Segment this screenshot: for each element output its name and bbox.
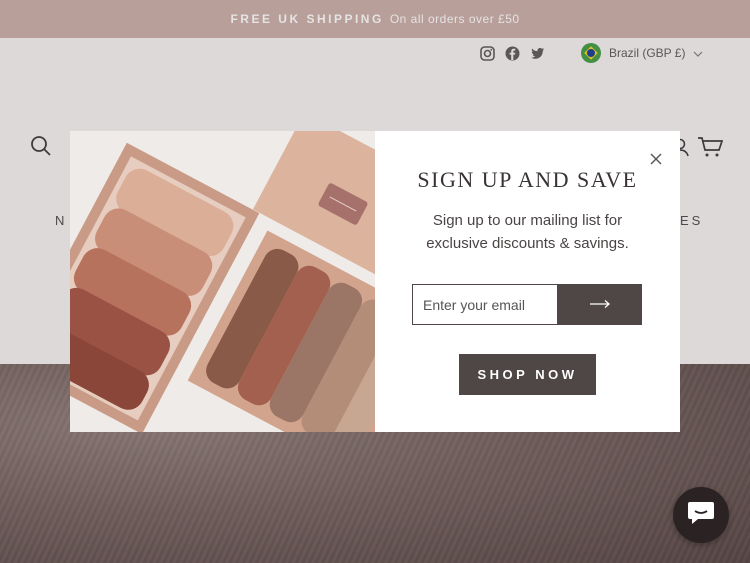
subscribe-button[interactable]	[557, 284, 642, 325]
popup-product-image	[70, 131, 375, 432]
popup-subtitle: Sign up to our mailing list for exclusiv…	[426, 212, 629, 252]
chat-icon	[686, 499, 716, 532]
newsletter-popup: SIGN UP AND SAVE Sign up to our mailing …	[70, 131, 680, 432]
chat-button[interactable]	[673, 487, 729, 543]
shop-now-button[interactable]: SHOP NOW	[459, 354, 596, 395]
popup-content: SIGN UP AND SAVE Sign up to our mailing …	[375, 131, 680, 432]
arrow-right-icon	[589, 297, 611, 312]
email-form	[412, 284, 642, 326]
email-input[interactable]	[412, 284, 557, 325]
popup-title: SIGN UP AND SAVE	[417, 167, 638, 192]
